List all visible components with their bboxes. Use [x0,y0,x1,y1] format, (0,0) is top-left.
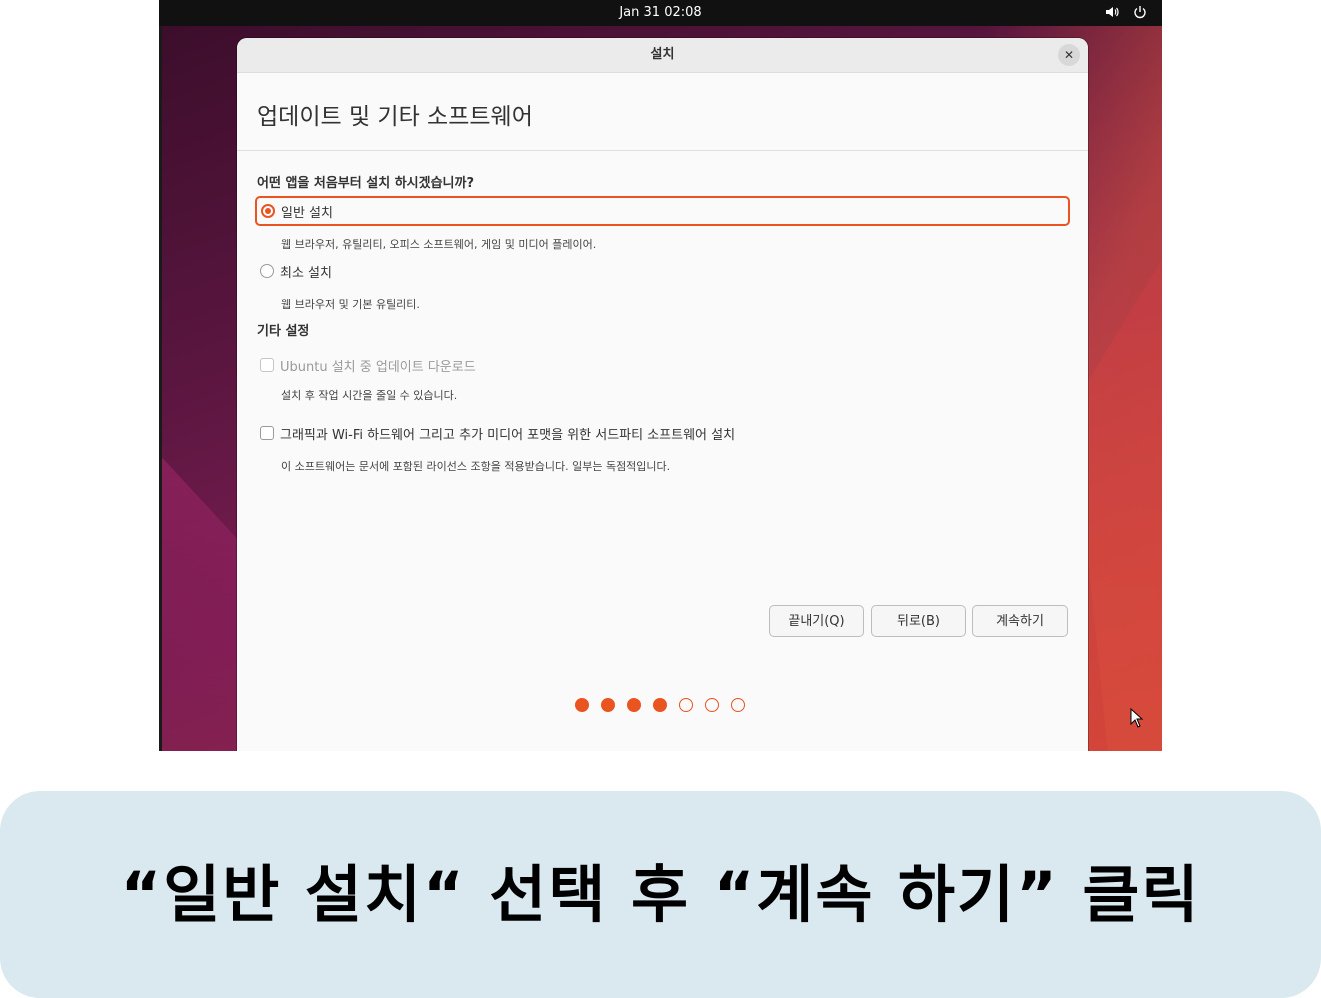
mouse-cursor-icon [1130,707,1144,732]
close-button[interactable]: ✕ [1058,44,1080,66]
window-edge [159,0,162,751]
normal-install-label[interactable]: 일반 설치 [281,202,333,221]
third-party-option[interactable]: 그래픽과 Wi-Fi 하드웨어 그리고 추가 미디어 포맷을 위한 서드파티 소… [256,420,1066,446]
progress-dot [627,698,641,712]
power-icon[interactable] [1132,4,1148,20]
normal-install-radio[interactable] [261,204,275,218]
progress-dot [731,698,745,712]
other-settings-title: 기타 설정 [257,324,310,339]
download-updates-checkbox [260,358,274,372]
clock[interactable]: Jan 31 02:08 [159,0,1162,26]
top-bar: Jan 31 02:08 [159,0,1162,26]
back-button[interactable]: 뒤로(B) [871,605,966,637]
speaker-icon[interactable] [1104,4,1120,20]
progress-dot [601,698,615,712]
normal-install-option[interactable]: 일반 설치 [255,196,1070,226]
installer-dialog: 설치 ✕ 업데이트 및 기타 소프트웨어 어떤 앱을 처음부터 설치 하시겠습니… [237,38,1088,751]
caption-banner: “일반 설치“ 선택 후 “계속 하기” 클릭 [0,791,1321,998]
progress-dots [575,698,745,712]
download-updates-description: 설치 후 작업 시간을 줄일 수 있습니다. [281,389,458,402]
minimal-install-radio[interactable] [260,264,274,278]
third-party-description: 이 소프트웨어는 문서에 포함된 라이선스 조항을 적용받습니다. 일부는 독점… [281,460,671,473]
page-title: 업데이트 및 기타 소프트웨어 [257,104,533,130]
minimal-install-description: 웹 브라우저 및 기본 유틸리티. [281,298,420,311]
minimal-install-option[interactable]: 최소 설치 [256,258,1066,284]
continue-button[interactable]: 계속하기 [972,605,1068,637]
dialog-titlebar[interactable]: 설치 ✕ [237,38,1088,73]
progress-dot [679,698,693,712]
progress-dot [653,698,667,712]
caption-text: “일반 설치“ 선택 후 “계속 하기” 클릭 [120,858,1201,931]
third-party-label[interactable]: 그래픽과 Wi-Fi 하드웨어 그리고 추가 미디어 포맷을 위한 서드파티 소… [280,424,735,443]
desktop-screen: Jan 31 02:08 설치 ✕ 업데이트 및 기타 소프트웨어 어떤 앱을 … [159,0,1162,751]
download-updates-label: Ubuntu 설치 중 업데이트 다운로드 [280,359,476,375]
system-tray[interactable] [1104,4,1148,20]
install-question: 어떤 앱을 처음부터 설치 하시겠습니까? [257,176,475,191]
quit-button[interactable]: 끝내기(Q) [769,605,864,637]
minimal-install-label[interactable]: 최소 설치 [280,262,332,281]
dialog-title: 설치 [650,47,675,62]
download-updates-option: Ubuntu 설치 중 업데이트 다운로드 [256,352,1066,378]
third-party-checkbox[interactable] [260,426,274,440]
progress-dot [705,698,719,712]
normal-install-description: 웹 브라우저, 유틸리티, 오피스 소프트웨어, 게임 및 미디어 플레이어. [281,238,597,251]
page-header: 업데이트 및 기타 소프트웨어 [237,73,1088,151]
progress-dot [575,698,589,712]
